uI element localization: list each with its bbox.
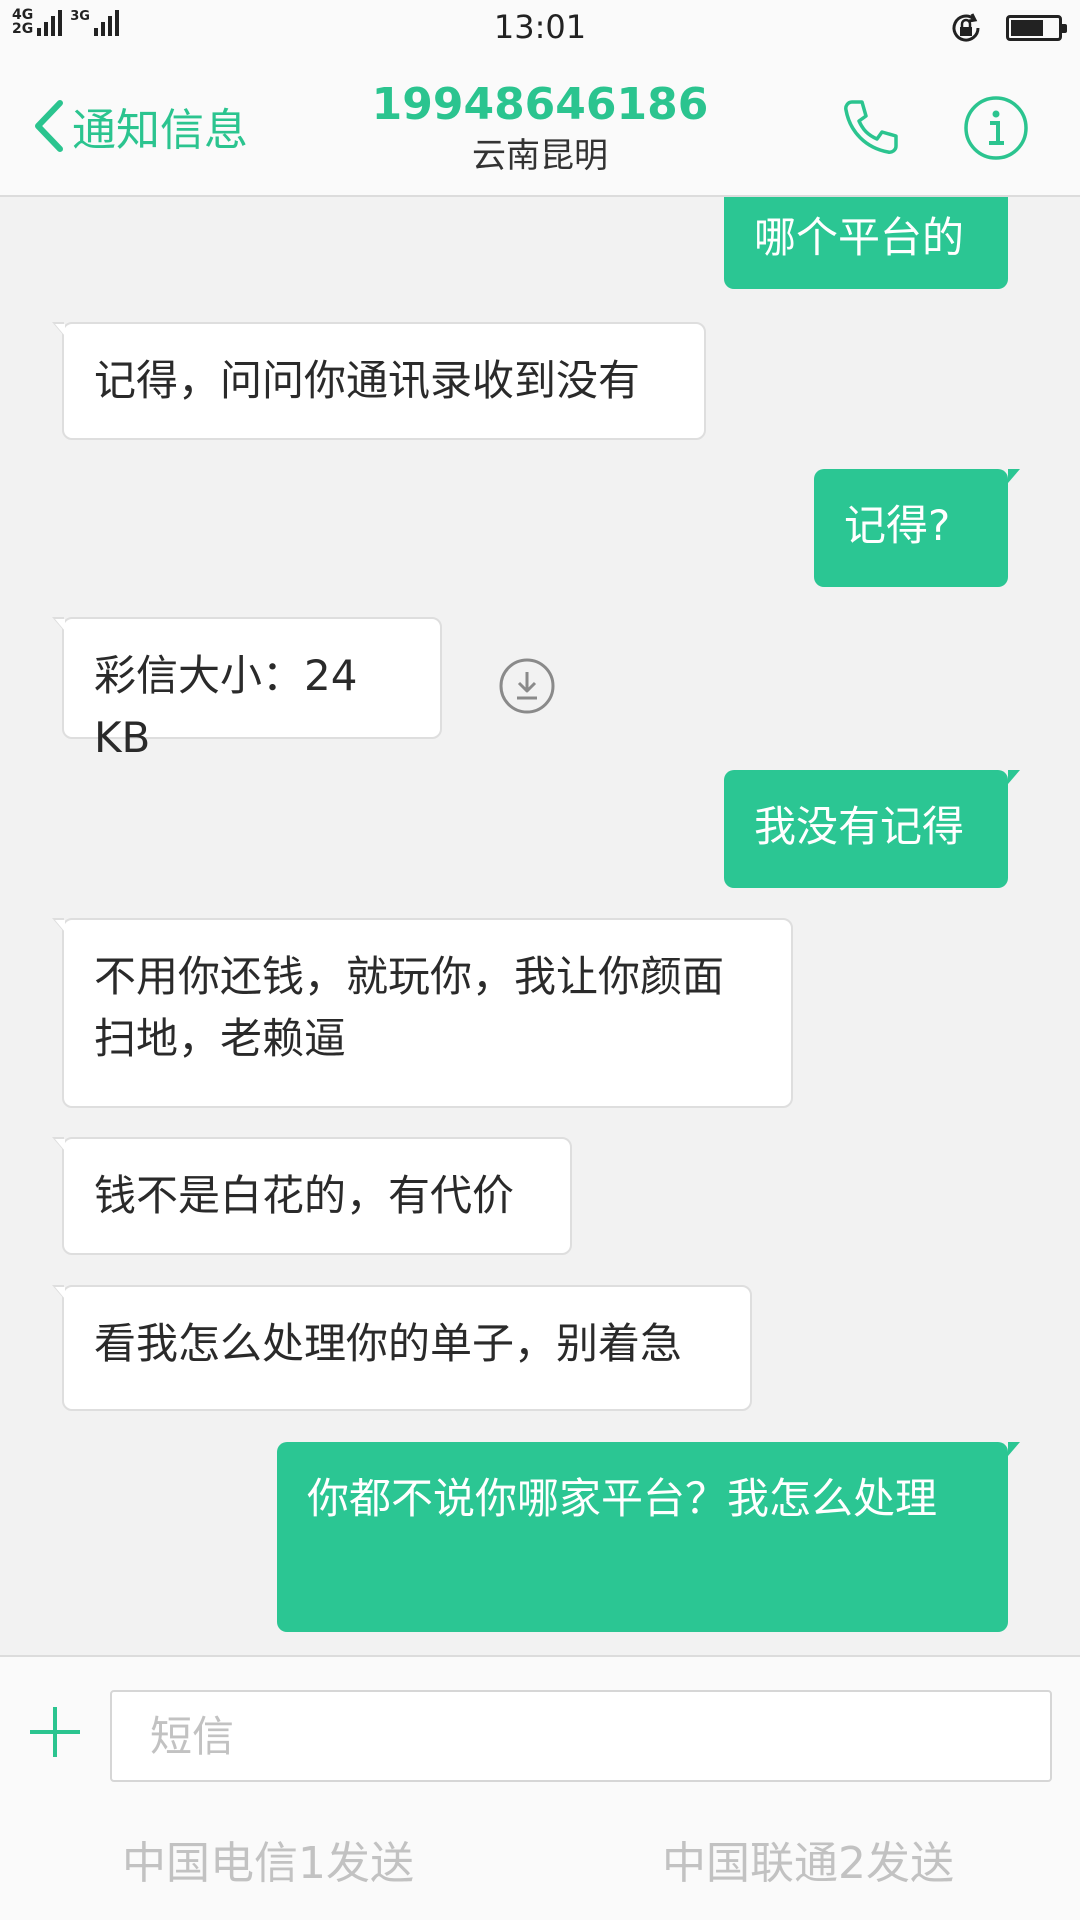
battery-level-fill (1011, 20, 1044, 36)
contact-number: 19948646186 (371, 79, 709, 130)
compose-bar: 中国电信1发送 中国联通2发送 (0, 1655, 1080, 1920)
message-bubble-incoming[interactable]: 钱不是白花的，有代价 (52, 1137, 572, 1255)
add-attachment-icon[interactable] (28, 1705, 82, 1759)
mms-bubble-incoming[interactable]: 彩信大小：24 KB (52, 617, 442, 762)
status-right-icons (948, 10, 1067, 46)
message-bubble-incoming[interactable]: 看我怎么处理你的单子，别着急 (52, 1285, 752, 1411)
conversation-header: 通知信息 19948646186 云南昆明 (0, 56, 1080, 197)
rotation-lock-icon (952, 13, 980, 42)
status-clock: 13:01 (493, 8, 587, 46)
back-button[interactable]: 通知信息 (30, 94, 248, 158)
battery-icon (1006, 15, 1067, 41)
message-bubble-outgoing[interactable]: 哪个平台的 (724, 197, 1008, 289)
contact-title: 19948646186 云南昆明 (290, 76, 790, 178)
message-bubble-outgoing[interactable]: 我没有记得 (724, 770, 1020, 888)
sms-input[interactable] (110, 1690, 1052, 1782)
message-list[interactable]: 哪个平台的 记得，问问你通讯录收到没有 记得? 彩信大小：24 KB 我没有记得… (0, 197, 1080, 1655)
status-bar: 4G 2G 3G 13:01 (0, 0, 1080, 56)
send-options: 中国电信1发送 中国联通2发送 (0, 1827, 1080, 1897)
back-chevron-icon (35, 100, 63, 152)
send-sim1-button[interactable]: 中国电信1发送 (122, 1827, 414, 1891)
message-bubble-incoming[interactable]: 记得，问问你通讯录收到没有 (52, 322, 706, 440)
send-sim2-button[interactable]: 中国联通2发送 (662, 1827, 954, 1891)
message-bubble-outgoing[interactable]: 记得? (814, 469, 1020, 587)
download-icon[interactable] (498, 657, 556, 715)
back-label: 通知信息 (72, 105, 248, 156)
phone-icon[interactable] (838, 96, 902, 160)
message-bubble-incoming[interactable]: 不用你还钱，就玩你，我让你颜面扫地，老赖逼 (52, 918, 793, 1108)
message-bubble-outgoing[interactable]: 你都不说你哪家平台？我怎么处理 (277, 1442, 1020, 1632)
contact-location: 云南昆明 (472, 136, 608, 176)
info-icon[interactable] (962, 94, 1030, 162)
